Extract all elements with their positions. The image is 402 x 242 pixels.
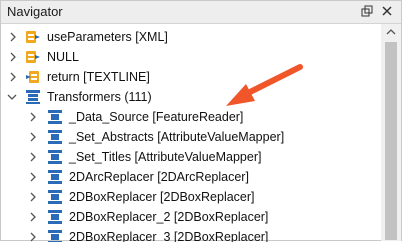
tree-item-label: _Data_Source [FeatureReader] xyxy=(69,110,244,124)
tree-item-return[interactable]: return [TEXTLINE] xyxy=(1,67,379,87)
chevron-right-icon[interactable] xyxy=(7,30,19,44)
chevron-right-icon[interactable] xyxy=(7,70,19,84)
chevron-right-icon[interactable] xyxy=(27,110,39,124)
transformer-icon xyxy=(48,110,62,124)
writer-icon xyxy=(26,31,40,43)
tree-child-data-source[interactable]: _Data_Source [FeatureReader] xyxy=(1,107,379,127)
writer-icon xyxy=(26,51,40,63)
tree-child-set-titles[interactable]: _Set_Titles [AttributeValueMapper] xyxy=(1,147,379,167)
vertical-scrollbar[interactable] xyxy=(381,24,401,241)
restore-icon[interactable] xyxy=(359,3,375,19)
writer-return-icon xyxy=(26,71,39,83)
tree-child-2dboxreplacer-2[interactable]: 2DBoxReplacer_2 [2DBoxReplacer] xyxy=(1,207,379,227)
chevron-right-icon[interactable] xyxy=(27,190,39,204)
tree-item-null[interactable]: NULL xyxy=(1,47,379,67)
tree-item-label: Transformers (111) xyxy=(47,90,152,104)
tree-item-label: 2DBoxReplacer_2 [2DBoxReplacer] xyxy=(69,210,269,224)
chevron-down-icon[interactable] xyxy=(6,90,18,104)
tree-item-label: NULL xyxy=(47,50,79,64)
chevron-right-icon[interactable] xyxy=(7,50,19,64)
transformer-icon xyxy=(48,130,62,144)
tree-item-label: _Set_Abstracts [AttributeValueMapper] xyxy=(69,130,285,144)
tree-child-2dboxreplacer[interactable]: 2DBoxReplacer [2DBoxReplacer] xyxy=(1,187,379,207)
chevron-right-icon[interactable] xyxy=(27,130,39,144)
panel-title: Navigator xyxy=(7,4,63,19)
tree-child-2darcreplacer[interactable]: 2DArcReplacer [2DArcReplacer] xyxy=(1,167,379,187)
transformer-group-icon xyxy=(26,90,40,104)
tree-item-useparameters[interactable]: useParameters [XML] xyxy=(1,27,379,47)
navigator-titlebar: Navigator xyxy=(1,1,401,24)
tree-item-transformers[interactable]: Transformers (111) xyxy=(1,87,379,107)
transformer-icon xyxy=(48,210,62,224)
tree-item-label: useParameters [XML] xyxy=(47,30,168,44)
transformer-icon xyxy=(48,190,62,204)
chevron-right-icon[interactable] xyxy=(27,210,39,224)
tree-item-label: return [TEXTLINE] xyxy=(47,70,150,84)
transformer-icon xyxy=(48,150,62,164)
tree-item-label: _Set_Titles [AttributeValueMapper] xyxy=(69,150,262,164)
tree-item-label: 2DBoxReplacer_3 [2DBoxReplacer] xyxy=(69,230,269,242)
tree-item-label: 2DBoxReplacer [2DBoxReplacer] xyxy=(69,190,255,204)
navigator-panel: Navigator useParameters [XML] NULL retur… xyxy=(0,0,402,242)
transformer-icon xyxy=(48,230,62,242)
chevron-right-icon[interactable] xyxy=(27,230,39,242)
close-icon[interactable] xyxy=(379,3,395,19)
transformer-icon xyxy=(48,170,62,184)
tree-item-label: 2DArcReplacer [2DArcReplacer] xyxy=(69,170,249,184)
scrollbar-thumb[interactable] xyxy=(385,42,397,240)
chevron-right-icon[interactable] xyxy=(27,150,39,164)
scroll-up-icon[interactable] xyxy=(381,24,401,40)
navigator-tree: useParameters [XML] NULL return [TEXTLIN… xyxy=(1,24,379,242)
tree-child-set-abstracts[interactable]: _Set_Abstracts [AttributeValueMapper] xyxy=(1,127,379,147)
chevron-right-icon[interactable] xyxy=(27,170,39,184)
tree-child-2dboxreplacer-3[interactable]: 2DBoxReplacer_3 [2DBoxReplacer] xyxy=(1,227,379,242)
